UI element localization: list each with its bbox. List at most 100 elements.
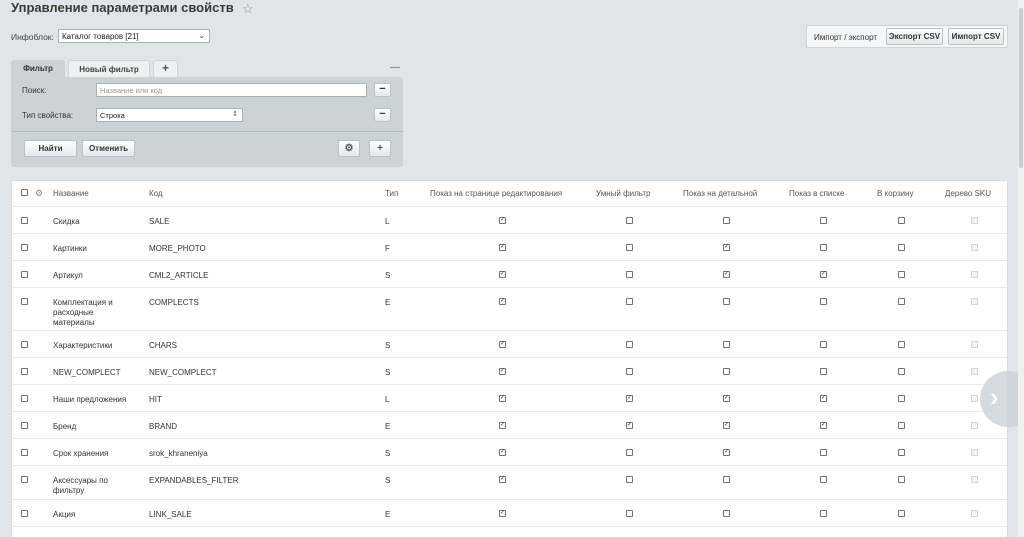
checkbox-edit-page[interactable]: ✓ xyxy=(499,395,506,402)
select-all-checkbox[interactable] xyxy=(21,189,28,196)
row-checkbox[interactable] xyxy=(21,341,28,348)
checkbox-sku-tree[interactable] xyxy=(971,422,978,429)
checkbox-detail[interactable] xyxy=(723,510,730,517)
checkbox-edit-page[interactable]: ✓ xyxy=(499,341,506,348)
row-checkbox[interactable] xyxy=(21,271,28,278)
checkbox-edit-page[interactable]: ✓ xyxy=(499,510,506,517)
checkbox-list[interactable]: ✓ xyxy=(820,271,827,278)
checkbox-list[interactable] xyxy=(820,298,827,305)
row-checkbox[interactable] xyxy=(21,395,28,402)
column-header-cart[interactable]: В корзину xyxy=(877,189,914,198)
checkbox-cart[interactable] xyxy=(898,368,905,375)
star-icon[interactable]: ☆ xyxy=(242,1,254,17)
column-header-sku-tree[interactable]: Дерево SKU xyxy=(945,189,991,198)
checkbox-sku-tree[interactable] xyxy=(971,271,978,278)
export-csv-button[interactable]: Экспорт CSV xyxy=(886,28,943,45)
row-checkbox[interactable] xyxy=(21,298,28,305)
column-header-smart-filter[interactable]: Умный фильтр xyxy=(596,189,650,198)
checkbox-list[interactable] xyxy=(820,368,827,375)
remove-search-field-button[interactable]: − xyxy=(374,83,391,97)
checkbox-list[interactable]: ✓ xyxy=(820,422,827,429)
checkbox-detail[interactable] xyxy=(723,298,730,305)
table-row[interactable]: Характеристики CHARS S ✓ xyxy=(12,331,1007,358)
checkbox-cart[interactable] xyxy=(898,476,905,483)
checkbox-sku-tree[interactable] xyxy=(971,217,978,224)
gear-icon[interactable]: ⚙ xyxy=(35,188,43,199)
scrollbar-thumb[interactable] xyxy=(1019,8,1023,168)
add-filter-field-button[interactable]: + xyxy=(369,140,391,157)
checkbox-edit-page[interactable]: ✓ xyxy=(499,271,506,278)
checkbox-detail[interactable] xyxy=(723,476,730,483)
checkbox-sku-tree[interactable] xyxy=(971,298,978,305)
column-header-name[interactable]: Название xyxy=(53,189,89,198)
checkbox-edit-page[interactable]: ✓ xyxy=(499,422,506,429)
row-checkbox[interactable] xyxy=(21,476,28,483)
find-button[interactable]: Найти xyxy=(24,140,77,157)
checkbox-cart[interactable] xyxy=(898,510,905,517)
checkbox-smart-filter[interactable] xyxy=(626,368,633,375)
gear-icon[interactable]: ⚙ xyxy=(338,140,360,157)
property-type-select[interactable]: Строка ⇕ xyxy=(96,108,243,122)
checkbox-cart[interactable] xyxy=(898,341,905,348)
add-filter-tab-button[interactable]: + xyxy=(153,60,178,77)
tab-filter[interactable]: Фильтр xyxy=(11,60,65,77)
table-row[interactable]: Картинки MORE_PHOTO F ✓ ✓ xyxy=(12,234,1007,261)
checkbox-list[interactable] xyxy=(820,510,827,517)
table-row[interactable]: Срок хранения srok_khraneniya S ✓ ✓ xyxy=(12,439,1007,466)
column-header-type[interactable]: Тип xyxy=(385,189,398,198)
row-checkbox[interactable] xyxy=(21,510,28,517)
checkbox-detail[interactable]: ✓ xyxy=(723,271,730,278)
checkbox-list[interactable] xyxy=(820,244,827,251)
checkbox-detail[interactable]: ✓ xyxy=(723,244,730,251)
import-csv-button[interactable]: Импорт CSV xyxy=(948,28,1004,45)
checkbox-smart-filter[interactable] xyxy=(626,271,633,278)
checkbox-sku-tree[interactable] xyxy=(971,341,978,348)
checkbox-sku-tree[interactable] xyxy=(971,510,978,517)
collapse-filter-button[interactable]: — xyxy=(390,62,400,73)
checkbox-edit-page[interactable]: ✓ xyxy=(499,217,506,224)
checkbox-sku-tree[interactable] xyxy=(971,244,978,251)
row-checkbox[interactable] xyxy=(21,217,28,224)
checkbox-smart-filter[interactable] xyxy=(626,341,633,348)
checkbox-edit-page[interactable]: ✓ xyxy=(499,244,506,251)
checkbox-smart-filter[interactable] xyxy=(626,244,633,251)
checkbox-list[interactable]: ✓ xyxy=(820,395,827,402)
checkbox-smart-filter[interactable] xyxy=(626,217,633,224)
row-checkbox[interactable] xyxy=(21,368,28,375)
checkbox-list[interactable] xyxy=(820,449,827,456)
checkbox-detail[interactable] xyxy=(723,217,730,224)
column-header-edit-page[interactable]: Показ на странице редактирования xyxy=(430,189,562,198)
checkbox-list[interactable] xyxy=(820,341,827,348)
checkbox-smart-filter[interactable]: ✓ xyxy=(626,395,633,402)
checkbox-cart[interactable] xyxy=(898,298,905,305)
table-row[interactable]: Артикул CML2_ARTICLE S ✓ ✓ ✓ xyxy=(12,261,1007,288)
checkbox-edit-page[interactable]: ✓ xyxy=(499,368,506,375)
checkbox-sku-tree[interactable] xyxy=(971,368,978,375)
checkbox-smart-filter[interactable] xyxy=(626,476,633,483)
checkbox-sku-tree[interactable] xyxy=(971,395,978,402)
column-header-detail[interactable]: Показ на детальной xyxy=(683,189,757,198)
table-row[interactable]: Скидка SALE L ✓ xyxy=(12,207,1007,234)
checkbox-cart[interactable] xyxy=(898,217,905,224)
checkbox-list[interactable] xyxy=(820,217,827,224)
checkbox-cart[interactable] xyxy=(898,244,905,251)
row-checkbox[interactable] xyxy=(21,244,28,251)
checkbox-detail[interactable]: ✓ xyxy=(723,395,730,402)
checkbox-sku-tree[interactable] xyxy=(971,449,978,456)
checkbox-detail[interactable]: ✓ xyxy=(723,449,730,456)
column-header-code[interactable]: Код xyxy=(149,189,163,198)
infoblock-select[interactable]: Каталог товаров [21] ⌄ xyxy=(58,29,210,43)
table-row[interactable]: Аксессуары по фильтру EXPANDABLES_FILTER S ✓ xyxy=(12,466,1007,500)
search-input[interactable]: Название или код xyxy=(96,83,367,97)
checkbox-smart-filter[interactable] xyxy=(626,510,633,517)
checkbox-edit-page[interactable]: ✓ xyxy=(499,476,506,483)
checkbox-detail[interactable] xyxy=(723,341,730,348)
checkbox-cart[interactable] xyxy=(898,422,905,429)
checkbox-detail[interactable] xyxy=(723,368,730,375)
table-row[interactable]: Комплектация и расходные материалы COMPLECT… xyxy=(12,288,1007,331)
tab-new-filter[interactable]: Новый фильтр xyxy=(68,60,150,77)
row-checkbox[interactable] xyxy=(21,449,28,456)
table-row[interactable]: Бренд BRAND E ✓ ✓ ✓ ✓ xyxy=(12,412,1007,439)
checkbox-edit-page[interactable]: ✓ xyxy=(499,449,506,456)
checkbox-cart[interactable] xyxy=(898,449,905,456)
